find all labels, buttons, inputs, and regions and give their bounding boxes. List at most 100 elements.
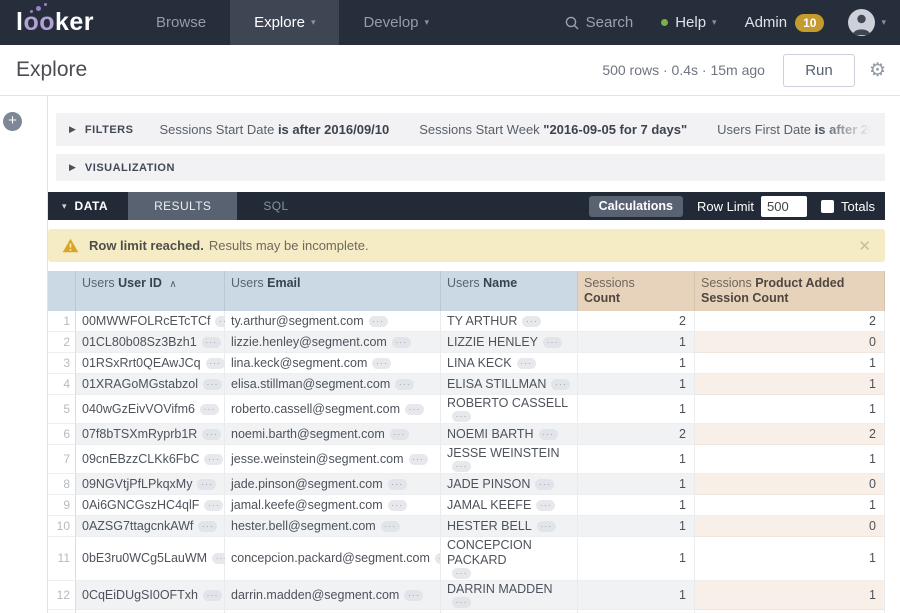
cell-menu-icon[interactable]: ··· xyxy=(452,461,471,472)
cell-menu-icon[interactable]: ··· xyxy=(200,404,219,415)
status-dot-icon xyxy=(661,19,668,26)
cell-menu-icon[interactable]: ··· xyxy=(372,358,391,369)
column-header-email[interactable]: Users Email xyxy=(225,271,441,311)
cell-menu-icon[interactable]: ··· xyxy=(543,337,562,348)
cell-value: noemi.barth@segment.com xyxy=(231,427,385,442)
gear-icon[interactable]: ⚙ xyxy=(869,59,886,82)
column-field-label: Name xyxy=(483,276,517,290)
cell-email: lina.keck@segment.com ··· xyxy=(225,353,441,374)
looker-logo[interactable]: looker xyxy=(0,0,132,45)
cell-menu-icon[interactable]: ··· xyxy=(197,479,216,490)
table-row[interactable]: 12 0CqEiDUgSI0OFTxh ··· darrin.madden@se… xyxy=(48,581,885,610)
visualization-section[interactable]: ▶ VISUALIZATION xyxy=(56,154,885,181)
cell-name: DARRIN MADDEN ··· xyxy=(441,581,578,610)
cell-menu-icon[interactable]: ··· xyxy=(535,479,554,490)
row-limit-input[interactable] xyxy=(761,196,807,217)
cell-menu-icon[interactable]: ··· xyxy=(388,500,407,511)
cell-menu-icon[interactable]: ··· xyxy=(392,337,411,348)
filter-item[interactable]: Sessions Start Week "2016-09-05 for 7 da… xyxy=(419,122,687,137)
cell-name: JAMAL KEEFE ··· xyxy=(441,495,578,516)
table-row[interactable]: 1 00MWWFOLRcETcTCf ··· ty.arthur@segment… xyxy=(48,311,885,332)
cell-menu-icon[interactable]: ··· xyxy=(551,379,570,390)
warning-title: Row limit reached. xyxy=(89,238,204,253)
table-row[interactable]: 2 01CL80b08Sz3Bzh1 ··· lizzie.henley@seg… xyxy=(48,332,885,353)
table-row[interactable]: 6 07f8bTSXmRyprb1R ··· noemi.barth@segme… xyxy=(48,424,885,445)
cell-menu-icon[interactable]: ··· xyxy=(381,521,400,532)
column-header-user-id[interactable]: Users User ID ∧ xyxy=(76,271,225,311)
table-row[interactable]: 8 09NGVtjPfLPkqxMy ··· jade.pinson@segme… xyxy=(48,474,885,495)
expand-right-icon: ▶ xyxy=(69,124,76,135)
nav-item-develop[interactable]: Develop ▾ xyxy=(339,0,453,45)
cell-email: elisa.stillman@segment.com ··· xyxy=(225,374,441,395)
table-row[interactable]: 5 040wGzEivVOVifm6 ··· roberto.cassell@s… xyxy=(48,395,885,424)
cell-name: HESTER BELL ··· xyxy=(441,516,578,537)
cell-name: JESSE WEINSTEIN ··· xyxy=(441,445,578,474)
column-group-label: Users xyxy=(82,276,115,290)
cell-value: TY ARTHUR xyxy=(447,314,517,329)
table-row[interactable]: 10 0AZSG7ttagcnkAWf ··· hester.bell@segm… xyxy=(48,516,885,537)
cell-menu-icon[interactable]: ··· xyxy=(452,411,471,422)
cell-user-id: 09NGVtjPfLPkqxMy ··· xyxy=(76,474,225,495)
cell-menu-icon[interactable]: ··· xyxy=(390,429,409,440)
cell-menu-icon[interactable]: ··· xyxy=(369,316,388,327)
cell-user-id: 040wGzEivVOVifm6 ··· xyxy=(76,395,225,424)
user-menu[interactable]: ▾ xyxy=(848,9,886,36)
table-row[interactable]: 4 01XRAGoMGstabzol ··· elisa.stillman@se… xyxy=(48,374,885,395)
cell-menu-icon[interactable]: ··· xyxy=(202,337,221,348)
table-row[interactable]: 3 01RSxRrt0QEAwJCq ··· lina.keck@segment… xyxy=(48,353,885,374)
filters-section[interactable]: ▶ FILTERS Sessions Start Date is after 2… xyxy=(56,113,885,146)
tab-sql[interactable]: SQL xyxy=(237,192,314,220)
calculations-button[interactable]: Calculations xyxy=(589,196,683,217)
add-field-button[interactable]: + xyxy=(3,112,22,131)
run-button[interactable]: Run xyxy=(783,54,855,87)
cell-menu-icon[interactable]: ··· xyxy=(405,404,424,415)
cell-menu-icon[interactable]: ··· xyxy=(202,429,221,440)
table-row[interactable]: 7 09cnEBzzCLKk6FbC ··· jesse.weinstein@s… xyxy=(48,445,885,474)
column-header-product-added-session-count[interactable]: Sessions Product Added Session Count xyxy=(695,271,885,311)
cell-menu-icon[interactable]: ··· xyxy=(409,454,428,465)
help-menu[interactable]: Help ▾ xyxy=(661,14,716,31)
chevron-down-icon: ▾ xyxy=(712,17,717,28)
cell-menu-icon[interactable]: ··· xyxy=(206,358,225,369)
cell-menu-icon[interactable]: ··· xyxy=(388,479,407,490)
column-group-label: Sessions xyxy=(584,276,688,291)
cell-sessions-count: 1 xyxy=(578,445,695,474)
cell-menu-icon[interactable]: ··· xyxy=(203,379,222,390)
cell-menu-icon[interactable]: ··· xyxy=(395,379,414,390)
cell-value: JAMAL KEEFE xyxy=(447,498,531,513)
nav-item-label: Explore xyxy=(254,14,305,31)
nav-item-explore[interactable]: Explore ▾ xyxy=(230,0,339,45)
query-stats: 500 rows · 0.4s · 15m ago xyxy=(602,62,765,78)
cell-menu-icon[interactable]: ··· xyxy=(522,316,541,327)
close-icon[interactable]: ✕ xyxy=(858,237,871,255)
tab-results[interactable]: RESULTS xyxy=(128,192,237,220)
table-row[interactable]: 11 0bE3ru0WCg5LauWM ··· concepcion.packa… xyxy=(48,537,885,581)
cell-menu-icon[interactable]: ··· xyxy=(537,521,556,532)
cell-menu-icon[interactable]: ··· xyxy=(452,568,471,579)
cell-menu-icon[interactable]: ··· xyxy=(536,500,555,511)
cell-menu-icon[interactable]: ··· xyxy=(517,358,536,369)
admin-menu[interactable]: Admin 10 xyxy=(745,14,825,32)
cell-menu-icon[interactable]: ··· xyxy=(539,429,558,440)
cell-value: NOEMI BARTH xyxy=(447,427,534,442)
table-row[interactable]: 9 0Ai6GNCGszHC4qlF ··· jamal.keefe@segme… xyxy=(48,495,885,516)
cell-menu-icon[interactable]: ··· xyxy=(203,590,222,601)
cell-menu-icon[interactable]: ··· xyxy=(198,521,217,532)
nav-item-browse[interactable]: Browse xyxy=(132,0,230,45)
totals-checkbox[interactable] xyxy=(821,200,834,213)
row-limit-warning: Row limit reached. Results may be incomp… xyxy=(48,229,885,262)
cell-sessions-count: 1 xyxy=(578,537,695,581)
cell-menu-icon[interactable]: ··· xyxy=(452,597,471,608)
search-button[interactable]: Search xyxy=(565,14,634,31)
filter-item[interactable]: Sessions Start Date is after 2016/09/10 xyxy=(159,122,389,137)
cell-menu-icon[interactable]: ··· xyxy=(204,454,223,465)
cell-menu-icon[interactable]: ··· xyxy=(404,590,423,601)
data-section-toggle[interactable]: ▾ DATA xyxy=(48,192,128,220)
cell-email: noemi.barth@segment.com ··· xyxy=(225,424,441,445)
row-number: 9 xyxy=(48,495,76,516)
column-header-sessions-count[interactable]: Sessions Count xyxy=(578,271,695,311)
cell-menu-icon[interactable]: ··· xyxy=(204,500,223,511)
page-header-right: 500 rows · 0.4s · 15m ago Run ⚙ xyxy=(602,54,886,87)
expand-right-icon: ▶ xyxy=(69,162,76,173)
column-header-name[interactable]: Users Name xyxy=(441,271,578,311)
